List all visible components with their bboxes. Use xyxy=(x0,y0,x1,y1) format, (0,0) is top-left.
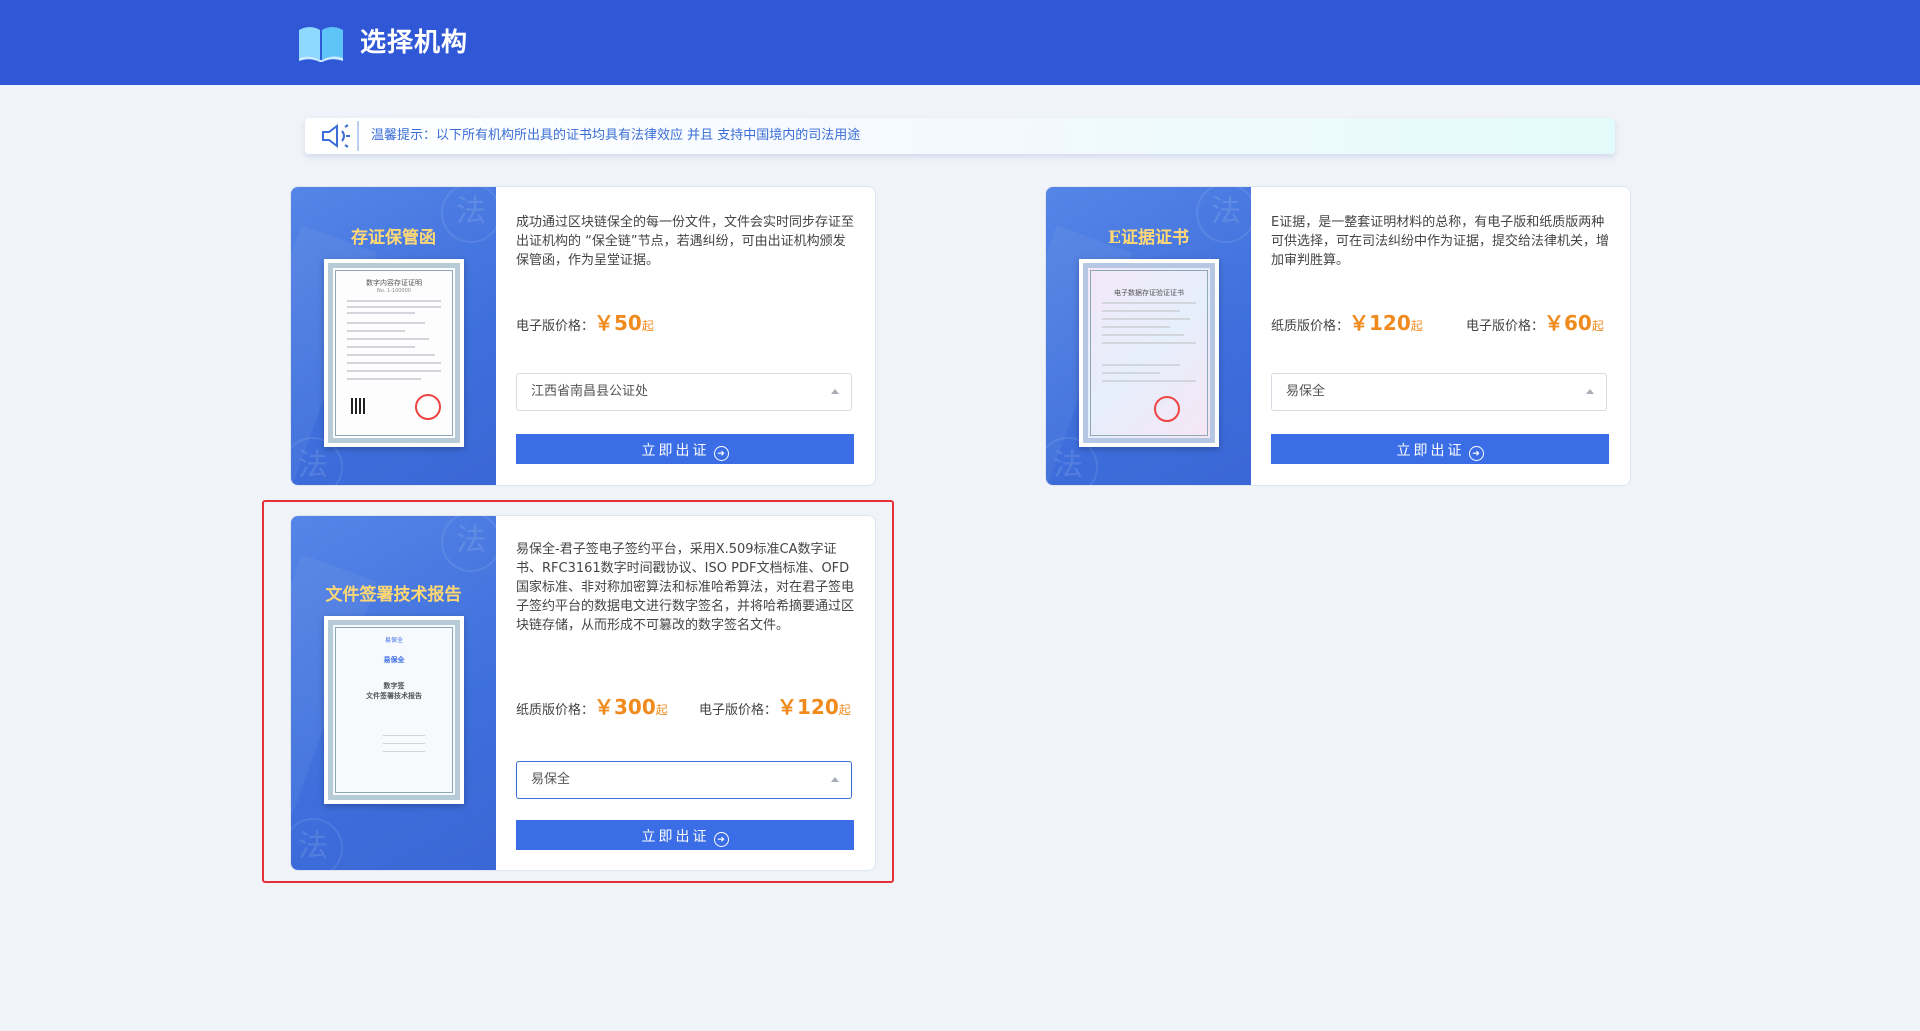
issue-certificate-button[interactable]: 立即出证 ➜ xyxy=(516,434,854,464)
org-card-e-evidence: 法 法 E证据证书 电子数据存证验证证书 E证据，是一整套证明材料的总称，有电子… xyxy=(1045,186,1631,486)
electronic-price: 电子版价格：￥60起 xyxy=(1466,311,1604,335)
card-description: 成功通过区块链保全的每一份文件，文件会实时同步存证至出证机构的 “保全链”节点，… xyxy=(516,215,855,268)
card-title: E证据证书 xyxy=(1108,228,1189,248)
org-card-deposit-letter: 法 法 存证保管函 数字内容存证证明 No. 1-100000 成功通过区块链保… xyxy=(290,186,876,486)
speaker-icon xyxy=(322,121,359,151)
org-select[interactable]: 易保全 xyxy=(1271,373,1607,411)
notice-banner: 温馨提示：以下所有机构所出具的证书均具有法律效应 并且 支持中国境内的司法用途 xyxy=(305,118,1615,154)
card-title: 存证保管函 xyxy=(351,228,436,248)
org-select[interactable]: 江西省南昌县公证处 xyxy=(516,373,852,411)
red-stamp-icon xyxy=(415,394,441,420)
certificate-image: 数字内容存证证明 No. 1-100000 xyxy=(324,259,464,447)
issue-certificate-button[interactable]: 立即出证 ➜ xyxy=(1271,434,1609,464)
page-title: 选择机构 xyxy=(360,28,469,58)
caret-up-icon xyxy=(831,389,839,394)
electronic-price: 电子版价格：￥50起 xyxy=(516,311,654,335)
red-stamp-icon xyxy=(1154,396,1180,422)
certificate-image: 电子数据存证验证证书 xyxy=(1079,259,1219,447)
open-book-icon xyxy=(299,27,343,62)
notice-text: 温馨提示：以下所有机构所出具的证书均具有法律效应 并且 支持中国境内的司法用途 xyxy=(371,128,861,143)
card-description: E证据，是一整套证明材料的总称，有电子版和纸质版两种可供选择，可在司法纠纷中作为… xyxy=(1271,215,1610,268)
price-row: 电子版价格：￥50起 xyxy=(516,308,856,338)
paper-price: 纸质版价格：￥120起 xyxy=(1271,311,1423,335)
qr-code-icon xyxy=(351,398,367,414)
top-header: 选择机构 xyxy=(0,0,1920,85)
selection-highlight xyxy=(262,500,894,883)
arrow-right-circle-icon: ➜ xyxy=(1468,446,1484,461)
arrow-right-circle-icon: ➜ xyxy=(713,446,729,461)
card-cover: 法 法 E证据证书 电子数据存证验证证书 xyxy=(1046,187,1251,485)
card-cover: 法 法 存证保管函 数字内容存证证明 No. 1-100000 xyxy=(291,187,496,485)
caret-up-icon xyxy=(1586,389,1594,394)
price-row: 纸质版价格：￥120起 电子版价格：￥60起 xyxy=(1271,308,1611,338)
